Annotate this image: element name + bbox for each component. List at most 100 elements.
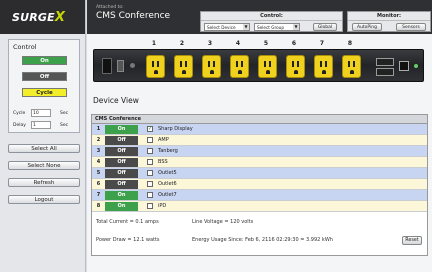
top-bar: Attached to: CMS Conference Control: Sel… [87, 0, 432, 34]
energy-usage: Energy Usage Since: Feb 6, 2116 02:29:30… [192, 237, 333, 243]
cycle-unit: Sec [60, 110, 69, 116]
outlet-number: 7 [319, 40, 325, 47]
outlet-number: 6 [291, 40, 297, 47]
outlet-state[interactable]: Off [105, 146, 138, 156]
row-checkbox[interactable] [147, 181, 153, 187]
row-checkbox[interactable] [147, 137, 153, 143]
table-row[interactable]: 2 Off AMP [92, 135, 427, 146]
outlet-6-icon[interactable] [286, 55, 305, 78]
row-number: 4 [96, 159, 101, 165]
outlet-5-icon[interactable] [258, 55, 277, 78]
chevron-down-icon: ▼ [243, 24, 249, 30]
cycle-field-label: Cycle [13, 110, 26, 116]
outlet-state[interactable]: On [105, 201, 138, 211]
power-inlet-icon [102, 58, 112, 74]
row-checkbox[interactable] [147, 170, 153, 176]
outlet-4-icon[interactable] [230, 55, 249, 78]
outlet-number: 2 [179, 40, 185, 47]
status-led-icon [414, 64, 418, 68]
device-view-title: Device View [93, 96, 139, 105]
delay-input[interactable]: 1 [31, 121, 51, 129]
table-row[interactable]: 5 Off Outlet5 [92, 168, 427, 179]
row-checkbox[interactable]: ✓ [147, 126, 153, 132]
outlet-state[interactable]: Off [105, 179, 138, 189]
row-checkbox[interactable] [147, 148, 153, 154]
table-row[interactable]: 8 On iPD [92, 201, 427, 212]
row-number: 3 [96, 148, 101, 154]
outlet-table: CMS Conference 1 On ✓ Sharp Display 2 Of… [91, 114, 428, 256]
table-row[interactable]: 1 On ✓ Sharp Display [92, 124, 427, 135]
row-checkbox[interactable] [147, 192, 153, 198]
global-button[interactable]: Global [313, 23, 337, 31]
table-title: CMS Conference [92, 115, 427, 124]
outlet-3-icon[interactable] [202, 55, 221, 78]
outlet-name: iPD [158, 203, 167, 209]
reset-knob-icon [130, 63, 135, 68]
power-switch-icon [117, 60, 124, 72]
control-box: Control On Off Cycle Cycle 10 Sec Delay … [8, 39, 80, 133]
control-header: Control: Select Device ▼ Select Group ▼ … [200, 11, 343, 32]
sensors-button[interactable]: Sensors [396, 23, 426, 31]
select-all-button[interactable]: Select All [8, 144, 80, 153]
monitor-header-title: Monitor: [348, 12, 430, 21]
table-row[interactable]: 7 On Outlet7 [92, 190, 427, 201]
serial-port-icon [376, 58, 394, 66]
cycle-input[interactable]: 10 [31, 109, 51, 117]
outlet-1-icon[interactable] [146, 55, 165, 78]
off-button[interactable]: Off [22, 72, 67, 81]
row-number: 6 [96, 181, 101, 187]
table-row[interactable]: 4 Off BSS [92, 157, 427, 168]
outlet-8-icon[interactable] [342, 55, 361, 78]
row-checkbox[interactable] [147, 203, 153, 209]
select-group-dropdown[interactable]: Select Group ▼ [254, 23, 300, 31]
outlet-state[interactable]: Off [105, 135, 138, 145]
outlet-state[interactable]: Off [105, 157, 138, 167]
brand-logo: SURGEX [12, 9, 66, 25]
select-none-button[interactable]: Select None [8, 161, 80, 170]
outlet-state[interactable]: Off [105, 168, 138, 178]
conference-name: CMS Conference [96, 11, 171, 21]
outlet-number: 8 [347, 40, 353, 47]
delay-field-label: Delay [13, 122, 26, 128]
table-row[interactable]: 6 Off Outlet6 [92, 179, 427, 190]
outlet-state[interactable]: On [105, 124, 138, 134]
outlet-2-icon[interactable] [174, 55, 193, 78]
row-number: 7 [96, 192, 101, 198]
autoping-button[interactable]: AutoPing [352, 23, 382, 31]
outlet-number: 1 [151, 40, 157, 47]
outlet-state[interactable]: On [105, 190, 138, 200]
outlet-number: 3 [207, 40, 213, 47]
row-number: 5 [96, 170, 101, 176]
on-button[interactable]: On [22, 56, 67, 65]
left-panel: SURGEX Control On Off Cycle Cycle 10 Sec… [0, 0, 86, 272]
total-current: Total Current = 0.1 amps [96, 219, 159, 225]
attached-label: Attached to: [96, 5, 124, 10]
cycle-row: Cycle 10 Sec [13, 109, 68, 117]
control-header-title: Control: [201, 12, 342, 21]
line-voltage: Line Voltage = 120 volts [192, 219, 254, 225]
control-title: Control [13, 43, 37, 51]
serial-port-icon [376, 68, 394, 76]
main-panel: Attached to: CMS Conference Control: Sel… [87, 0, 432, 272]
row-checkbox[interactable] [147, 159, 153, 165]
row-number: 2 [96, 137, 101, 143]
cycle-button[interactable]: Cycle [22, 88, 67, 97]
outlet-name: Outlet6 [158, 181, 177, 187]
delay-row: Delay 1 Sec [13, 121, 68, 129]
refresh-button[interactable]: Refresh [8, 178, 80, 187]
outlet-name: AMP [158, 137, 169, 143]
outlet-numbers: 1 2 3 4 5 6 7 8 [87, 40, 432, 48]
outlet-name: Outlet7 [158, 192, 177, 198]
outlet-7-icon[interactable] [314, 55, 333, 78]
select-device-dropdown[interactable]: Select Device ▼ [204, 23, 250, 31]
row-number: 1 [96, 126, 101, 132]
outlet-name: Tanberg [158, 148, 178, 154]
reset-button[interactable]: Reset [402, 236, 422, 245]
logo-bar: SURGEX [0, 0, 85, 34]
monitor-header: Monitor: AutoPing Sensors [347, 11, 431, 32]
chevron-down-icon: ▼ [293, 24, 299, 30]
logout-button[interactable]: Logout [8, 195, 80, 204]
outlet-number: 4 [235, 40, 241, 47]
row-number: 8 [96, 203, 101, 209]
table-row[interactable]: 3 Off Tanberg [92, 146, 427, 157]
